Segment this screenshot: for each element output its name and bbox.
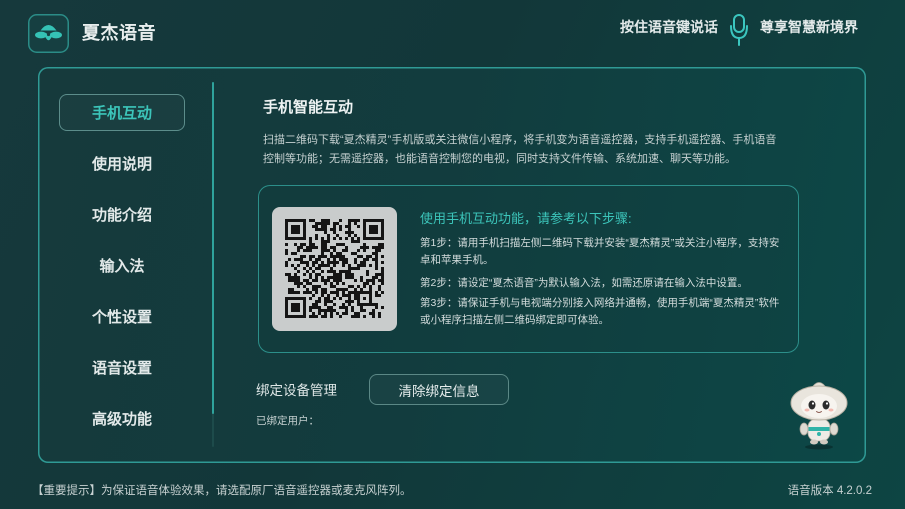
description-line: 控制等功能；无需遥控器，也能语音控制您的电视，同时支持文件传输、系统加速、聊天等… <box>263 152 736 165</box>
step-line: 第1步：请用手机扫描左侧二维码下载并安装“夏杰精灵”或关注小程序，支持安 <box>420 236 780 249</box>
app-title: 夏杰语音 <box>82 23 156 43</box>
step-line: 卓和苹果手机。 <box>420 253 494 266</box>
sidebar-scroll-thumb[interactable] <box>212 82 214 415</box>
sidebar-item-advanced[interactable]: 高级功能 <box>59 400 185 437</box>
binding-management-label: 绑定设备管理 <box>256 383 337 398</box>
clear-binding-button[interactable]: 清除绑定信息 <box>369 374 509 405</box>
guide-step-2: 第2步：请设定“夏杰语音”为默认输入法，如需还原请在输入法中设置。 <box>420 275 748 292</box>
microphone-icon <box>727 13 751 47</box>
qr-code <box>285 219 384 318</box>
main-panel: 手机互动 使用说明 功能介绍 输入法 个性设置 语音设置 高级功能 手机智能互动… <box>38 67 866 463</box>
voice-key-hint: 按住语音键说话 <box>620 19 718 35</box>
sidebar-item-phone-interaction[interactable]: 手机互动 <box>59 94 185 131</box>
robot-mascot <box>788 376 850 450</box>
bound-users-label: 已绑定用户： <box>256 415 319 427</box>
sidebar-item-input-method[interactable]: 输入法 <box>59 247 185 284</box>
description: 扫描二维码下载“夏杰精灵”手机版或关注微信小程序，将手机变为语音遥控器，支持手机… <box>263 131 776 169</box>
slogan: 尊享智慧新境界 <box>760 19 858 35</box>
step-line: 第2步：请设定“夏杰语音”为默认输入法，如需还原请在输入法中设置。 <box>420 276 748 289</box>
description-line: 扫描二维码下载“夏杰精灵”手机版或关注微信小程序，将手机变为语音遥控器，支持手机… <box>263 133 777 146</box>
guide-heading: 使用手机互动功能，请参考以下步骤: <box>420 211 632 226</box>
important-notice: 【重要提示】为保证语音体验效果，请选配原厂语音遥控器或麦克风阵列。 <box>32 485 412 497</box>
step-line: 或小程序扫描左侧二维码绑定即可体验。 <box>420 313 609 326</box>
sidebar-item-voice-settings[interactable]: 语音设置 <box>59 349 185 386</box>
page-title: 手机智能互动 <box>263 99 354 116</box>
sidebar-item-usage-guide[interactable]: 使用说明 <box>59 145 185 182</box>
guide-step-3: 第3步：请保证手机与电视端分别接入网络并通畅，使用手机端“夏杰精灵”软件 或小程… <box>420 295 779 329</box>
sidebar-item-personalization[interactable]: 个性设置 <box>59 298 185 335</box>
sidebar-item-feature-intro[interactable]: 功能介绍 <box>59 196 185 233</box>
sidebar-scrollbar[interactable] <box>212 82 214 447</box>
guide-step-1: 第1步：请用手机扫描左侧二维码下载并安装“夏杰精灵”或关注小程序，支持安 卓和苹… <box>420 235 779 269</box>
version-label: 语音版本 4.2.0.2 <box>787 485 872 497</box>
step-line: 第3步：请保证手机与电视端分别接入网络并通畅，使用手机端“夏杰精灵”软件 <box>420 296 780 309</box>
app-logo-icon <box>28 14 69 53</box>
guide-box: 使用手机互动功能，请参考以下步骤: 第1步：请用手机扫描左侧二维码下载并安装“夏… <box>258 185 799 353</box>
